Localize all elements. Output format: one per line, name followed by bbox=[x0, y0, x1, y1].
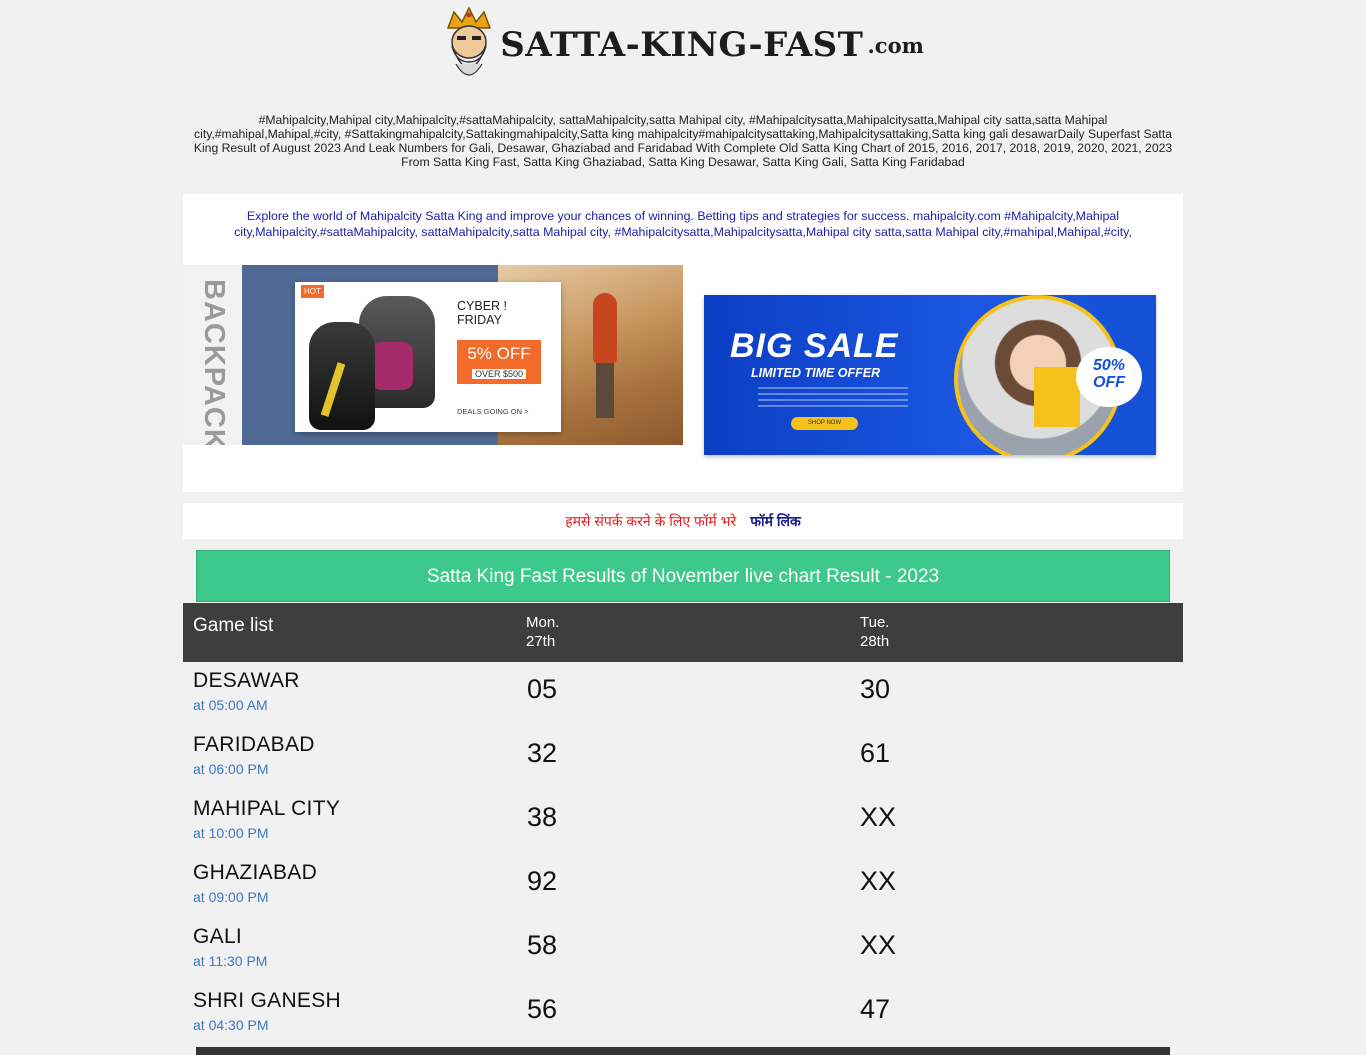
sale-discount-badge: 50% OFF bbox=[1076, 347, 1142, 407]
results-title: Satta King Fast Results of November live… bbox=[196, 550, 1170, 602]
form-link[interactable]: फॉर्म लिंक bbox=[750, 512, 801, 531]
table-row: FARIDABAD at 06:00 PM 32 61 bbox=[183, 726, 1183, 790]
game-time: at 04:30 PM bbox=[193, 1017, 269, 1033]
shop-now-button[interactable]: SHOP NOW bbox=[791, 417, 858, 430]
ad-area: BACKPACK HOT CYBER ! FRIDAY 5% OFF OVER … bbox=[183, 264, 1183, 492]
backpack-ad-banner[interactable]: BACKPACK HOT CYBER ! FRIDAY 5% OFF OVER … bbox=[183, 265, 683, 445]
deals-going-on: DEALS GOING ON > bbox=[457, 407, 529, 416]
badge-percent: 50% bbox=[1092, 357, 1126, 374]
column-day-1: Mon. 27th bbox=[526, 613, 559, 651]
logo-text: SATTA-KING-FAST bbox=[500, 25, 864, 65]
result-day-2: XX bbox=[860, 802, 897, 832]
discount-percent: 5% OFF bbox=[467, 344, 531, 363]
game-name: DESAWAR bbox=[193, 669, 300, 692]
result-day-2: XX bbox=[860, 866, 897, 896]
result-day-2: 47 bbox=[860, 994, 891, 1024]
game-time: at 09:00 PM bbox=[193, 889, 269, 905]
table-row: GALI at 11:30 PM 58 XX bbox=[183, 918, 1183, 982]
table-row: DESAWAR at 05:00 AM 05 30 bbox=[183, 662, 1183, 726]
discount-box: 5% OFF OVER $500 bbox=[457, 340, 541, 384]
table-row: GHAZIABAD at 09:00 PM 92 XX bbox=[183, 854, 1183, 918]
headline-line-2: FRIDAY bbox=[457, 313, 502, 327]
result-day-2: XX bbox=[860, 930, 897, 960]
result-day-1: 32 bbox=[527, 738, 558, 768]
column-day-2: Tue. 28th bbox=[860, 613, 889, 651]
game-time: at 10:00 PM bbox=[193, 825, 269, 841]
backpack-side-label: BACKPACK bbox=[198, 279, 230, 445]
result-day-1: 05 bbox=[527, 674, 558, 704]
day-2-weekday: Tue. bbox=[860, 614, 890, 631]
hiker-figure bbox=[593, 293, 617, 418]
result-day-1: 38 bbox=[527, 802, 558, 832]
results-table-header: Game list Mon. 27th Tue. 28th bbox=[183, 603, 1183, 662]
logo-header: SATTA-KING-FAST .com bbox=[0, 4, 1366, 86]
game-time: at 06:00 PM bbox=[193, 761, 269, 777]
contact-text: हमसे संपर्क करने के लिए फॉर्म भरे bbox=[565, 512, 737, 529]
result-day-1: 92 bbox=[527, 866, 558, 896]
logo-tld: .com bbox=[867, 32, 924, 58]
result-day-2: 61 bbox=[860, 738, 891, 768]
table-row: SHRI GANESH at 04:30 PM 56 47 bbox=[183, 982, 1183, 1046]
sale-subtitle: LIMITED TIME OFFER bbox=[751, 366, 881, 380]
king-mascot-icon bbox=[447, 6, 492, 76]
table-row: MAHIPAL CITY at 10:00 PM 38 XX bbox=[183, 790, 1183, 854]
backpack-black-image bbox=[309, 322, 375, 430]
discount-condition: OVER $500 bbox=[471, 369, 527, 379]
contact-bar: हमसे संपर्क करने के लिए फॉर्म भरे फॉर्म … bbox=[183, 503, 1183, 539]
sale-fine-print bbox=[758, 387, 908, 411]
game-name: MAHIPAL CITY bbox=[193, 797, 341, 820]
sale-title: BIG SALE bbox=[730, 327, 899, 365]
game-time: at 05:00 AM bbox=[193, 697, 268, 713]
cyber-friday-headline: CYBER ! FRIDAY bbox=[457, 299, 507, 327]
badge-off: OFF bbox=[1093, 374, 1125, 391]
hot-badge: HOT bbox=[301, 285, 324, 298]
backpack-product-card: HOT CYBER ! FRIDAY 5% OFF OVER $500 DEAL… bbox=[295, 282, 561, 432]
game-name: GALI bbox=[193, 925, 243, 948]
site-logo-link[interactable]: SATTA-KING-FAST .com bbox=[442, 6, 924, 84]
site-description: #Mahipalcity,Mahipal city,Mahipalcity,#s… bbox=[193, 113, 1173, 169]
day-1-weekday: Mon. bbox=[526, 614, 560, 631]
column-game-list: Game list bbox=[193, 615, 274, 636]
result-day-1: 56 bbox=[527, 994, 558, 1024]
backpack-side-panel: BACKPACK bbox=[183, 265, 242, 445]
day-2-date: 28th bbox=[860, 633, 890, 650]
next-section-bar bbox=[196, 1047, 1170, 1055]
game-name: FARIDABAD bbox=[193, 733, 315, 756]
day-1-date: 27th bbox=[526, 633, 556, 650]
game-time: at 11:30 PM bbox=[193, 953, 268, 969]
result-day-2: 30 bbox=[860, 674, 891, 704]
game-name: GHAZIABAD bbox=[193, 861, 318, 884]
headline-line-1: CYBER ! bbox=[457, 299, 508, 313]
result-day-1: 58 bbox=[527, 930, 558, 960]
shopping-bag-icon bbox=[1034, 367, 1080, 427]
big-sale-ad-banner[interactable]: BIG SALE LIMITED TIME OFFER SHOP NOW 50%… bbox=[704, 295, 1156, 455]
game-name: SHRI GANESH bbox=[193, 989, 341, 1012]
explore-text[interactable]: Explore the world of Mahipalcity Satta K… bbox=[183, 194, 1183, 264]
